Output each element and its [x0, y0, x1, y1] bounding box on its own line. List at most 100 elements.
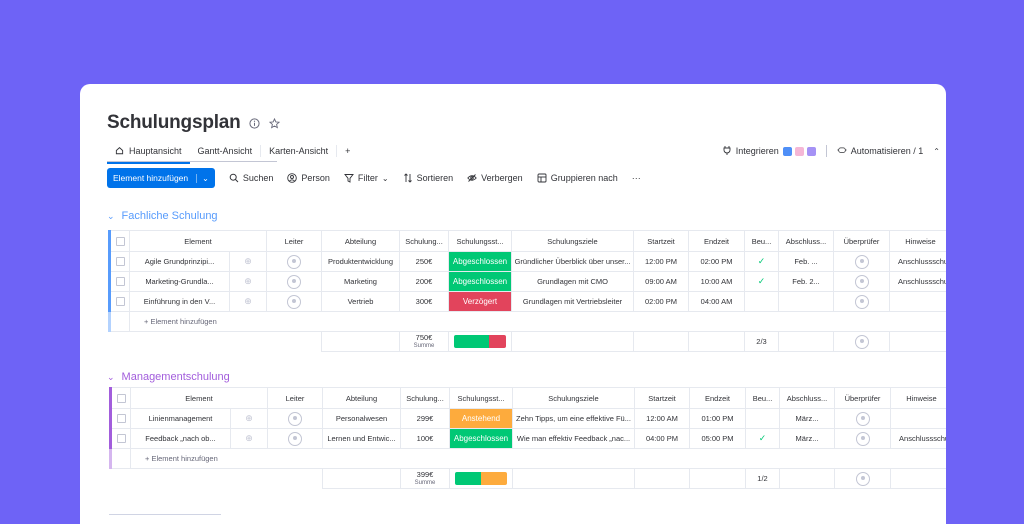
- completion-date-cell[interactable]: März...: [779, 428, 836, 449]
- cost-cell[interactable]: 250€: [399, 251, 450, 272]
- column-header-notes[interactable]: Hinweise: [889, 230, 946, 252]
- table-row[interactable]: Einführung in den V... ⊕ Vertrieb 300€ V…: [108, 291, 946, 312]
- goal-cell[interactable]: Gründlicher Überblick über unser...: [511, 251, 635, 272]
- start-time-cell[interactable]: 02:00 PM: [633, 291, 690, 312]
- completion-date-cell[interactable]: Feb. 2...: [778, 271, 835, 292]
- reviewer-avatar[interactable]: [834, 408, 892, 429]
- approved-cell[interactable]: [745, 408, 781, 429]
- department-cell[interactable]: Personalwesen: [322, 408, 402, 429]
- column-header-end[interactable]: Endzeit: [688, 230, 746, 252]
- column-header-completion[interactable]: Abschluss...: [779, 387, 836, 409]
- star-icon[interactable]: [269, 117, 281, 129]
- start-time-cell[interactable]: 12:00 PM: [633, 251, 690, 272]
- row-checkbox[interactable]: [108, 291, 130, 312]
- row-checkbox[interactable]: [108, 271, 130, 292]
- department-cell[interactable]: Lernen und Entwic...: [322, 428, 402, 449]
- approved-cell[interactable]: [744, 291, 780, 312]
- collapse-header-icon[interactable]: ⌃: [933, 147, 940, 156]
- reviewer-avatar[interactable]: [833, 291, 891, 312]
- end-time-cell[interactable]: 01:00 PM: [689, 408, 747, 429]
- more-options-button[interactable]: ···: [632, 173, 641, 183]
- notes-cell[interactable]: [890, 408, 946, 429]
- table-row[interactable]: Feedback „nach ob... ⊕ Lernen und Entwic…: [109, 428, 946, 449]
- column-header-start[interactable]: Startzeit: [633, 230, 690, 252]
- lead-avatar[interactable]: [267, 428, 324, 449]
- search-button[interactable]: Suchen: [229, 173, 273, 183]
- group-by-button[interactable]: Gruppieren nach: [537, 173, 618, 183]
- end-time-cell[interactable]: 04:00 AM: [688, 291, 746, 312]
- column-header-start[interactable]: Startzeit: [634, 387, 691, 409]
- column-header-notes[interactable]: Hinweise: [890, 387, 946, 409]
- column-header-status[interactable]: Schulungsst...: [449, 387, 514, 409]
- column-header-element[interactable]: Element: [128, 230, 268, 252]
- chevron-down-icon[interactable]: ⌄: [107, 211, 115, 222]
- column-header-department[interactable]: Abteilung: [321, 230, 401, 252]
- item-name[interactable]: Agile Grundprinzipi...: [129, 251, 230, 272]
- status-cell[interactable]: Abgeschlossen: [448, 251, 513, 272]
- cost-cell[interactable]: 299€: [400, 408, 451, 429]
- end-time-cell[interactable]: 05:00 PM: [689, 428, 747, 449]
- table-row[interactable]: Marketing-Grundla... ⊕ Marketing 200€ Ab…: [108, 271, 946, 292]
- column-header-approved[interactable]: Beu...: [745, 387, 781, 409]
- start-time-cell[interactable]: 04:00 PM: [634, 428, 691, 449]
- reviewer-avatar[interactable]: [833, 251, 891, 272]
- reviewer-avatar[interactable]: [833, 271, 891, 292]
- column-header-completion[interactable]: Abschluss...: [778, 230, 835, 252]
- table-row[interactable]: Linienmanagement ⊕ Personalwesen 299€ An…: [109, 408, 946, 429]
- sort-button[interactable]: Sortieren: [403, 173, 453, 183]
- start-time-cell[interactable]: 12:00 AM: [634, 408, 691, 429]
- row-checkbox[interactable]: [109, 408, 131, 429]
- chevron-down-icon[interactable]: ⌄: [107, 372, 115, 383]
- add-item-input[interactable]: + Element hinzufügen: [129, 448, 946, 469]
- lead-avatar[interactable]: [266, 271, 323, 292]
- filter-button[interactable]: Filter ⌄: [343, 173, 389, 183]
- status-cell[interactable]: Verzögert: [448, 291, 513, 312]
- row-checkbox[interactable]: [109, 428, 131, 449]
- end-time-cell[interactable]: 02:00 PM: [688, 251, 746, 272]
- column-header-goals[interactable]: Schulungsziele: [511, 230, 635, 252]
- column-header-goals[interactable]: Schulungsziele: [512, 387, 636, 409]
- tab-kanban-view[interactable]: Karten-Ansicht: [261, 140, 336, 162]
- lead-avatar[interactable]: [266, 251, 323, 272]
- column-header-lead[interactable]: Leiter: [266, 230, 323, 252]
- notes-cell[interactable]: Anschlussschu: [889, 251, 946, 272]
- column-header-reviewer[interactable]: Überprüfer: [834, 387, 892, 409]
- item-name[interactable]: Linienmanagement: [130, 408, 231, 429]
- lead-avatar[interactable]: [266, 291, 323, 312]
- column-header-element[interactable]: Element: [129, 387, 269, 409]
- conversation-icon[interactable]: ⊕: [229, 408, 269, 429]
- tab-gantt-view[interactable]: Gantt-Ansicht: [190, 140, 261, 162]
- start-time-cell[interactable]: 09:00 AM: [633, 271, 690, 292]
- completion-date-cell[interactable]: [778, 291, 835, 312]
- hide-button[interactable]: Verbergen: [467, 173, 523, 183]
- select-all-checkbox[interactable]: [108, 230, 130, 252]
- column-header-department[interactable]: Abteilung: [322, 387, 402, 409]
- add-item-input[interactable]: + Element hinzufügen: [128, 311, 946, 332]
- goal-cell[interactable]: Grundlagen mit Vertriebsleiter: [511, 291, 635, 312]
- goal-cell[interactable]: Grundlagen mit CMO: [511, 271, 635, 292]
- reviewer-avatar[interactable]: [834, 428, 892, 449]
- approved-cell[interactable]: ✓: [745, 428, 781, 449]
- cost-cell[interactable]: 300€: [399, 291, 450, 312]
- item-name[interactable]: Einführung in den V...: [129, 291, 230, 312]
- new-item-button[interactable]: Element hinzufügen ⌄: [107, 168, 215, 188]
- department-cell[interactable]: Vertrieb: [321, 291, 401, 312]
- tab-main-view[interactable]: Hauptansicht: [107, 140, 190, 164]
- group-header[interactable]: ⌄ Managementschulung: [107, 369, 230, 385]
- notes-cell[interactable]: [889, 291, 946, 312]
- column-header-cost[interactable]: Schulung...: [400, 387, 451, 409]
- status-summary[interactable]: [449, 468, 514, 489]
- notes-cell[interactable]: Anschlussschu: [889, 271, 946, 292]
- status-summary[interactable]: [448, 331, 513, 352]
- goal-cell[interactable]: Wie man effektiv Feedback „nac...: [512, 428, 636, 449]
- notes-cell[interactable]: Anschlussschu: [890, 428, 946, 449]
- select-all-checkbox[interactable]: [109, 387, 131, 409]
- add-item-row[interactable]: + Element hinzufügen: [108, 311, 946, 332]
- end-time-cell[interactable]: 10:00 AM: [688, 271, 746, 292]
- goal-cell[interactable]: Zehn Tipps, um eine effektive Fü...: [512, 408, 636, 429]
- department-cell[interactable]: Marketing: [321, 271, 401, 292]
- status-cell[interactable]: Abgeschlossen: [448, 271, 513, 292]
- info-icon[interactable]: [249, 117, 261, 129]
- table-row[interactable]: Agile Grundprinzipi... ⊕ Produktentwickl…: [108, 251, 946, 272]
- integrate-button[interactable]: Integrieren: [722, 145, 816, 157]
